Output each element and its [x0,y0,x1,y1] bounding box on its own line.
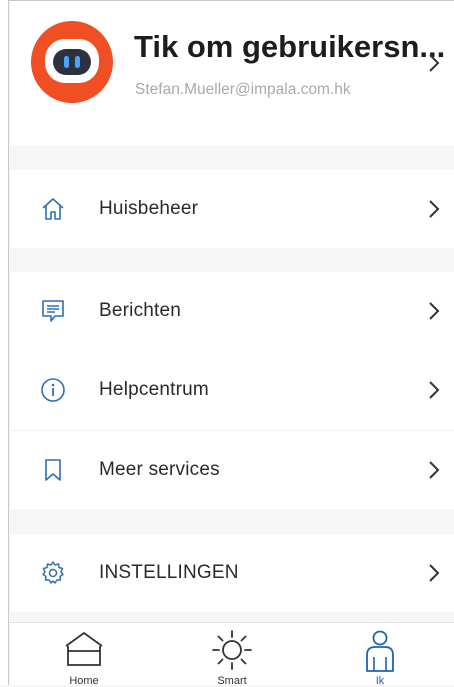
bookmark-icon [45,459,61,481]
tab-me[interactable]: Ik [306,623,454,687]
profile-header[interactable]: Tik om gebruikersn... Stefan.Mueller@imp… [10,1,454,146]
avatar[interactable] [31,21,113,103]
house-icon [42,198,64,220]
menu-item-home-management[interactable]: Huisbeheer [10,170,454,248]
menu-label-messages: Berichten [99,300,182,321]
robot-visor [53,49,91,75]
tab-label-smart: Smart [217,675,247,687]
menu-item-help-center[interactable]: Helpcentrum [10,351,454,429]
robot-eye-left [64,56,69,68]
bottom-tab-bar: Home Smart Ik [10,622,454,687]
chevron-right-icon [429,54,440,72]
menu-label-help-center: Helpcentrum [99,379,209,400]
chevron-right-icon [429,564,440,582]
card-home-management: Huisbeheer [10,170,454,248]
menu-item-messages[interactable]: Berichten [10,272,454,350]
menu-item-more-services[interactable]: Meer services [10,431,454,509]
home-tab-icon [65,632,103,666]
robot-eye-right [75,56,80,68]
tab-home[interactable]: Home [10,623,158,687]
tab-label-me: Ik [375,675,385,687]
person-icon [366,630,394,672]
tab-smart[interactable]: Smart [158,623,306,687]
chevron-right-icon [429,461,440,479]
menu-label-more-services: Meer services [99,459,220,480]
sun-icon [212,630,252,670]
menu-label-settings: INSTELLINGEN [99,562,239,583]
menu-label-home-management: Huisbeheer [99,198,199,219]
gear-icon [42,561,64,584]
chevron-right-icon [429,200,440,218]
profile-name[interactable]: Tik om gebruikersn... [134,29,445,65]
left-frame-edge [0,0,9,685]
message-icon [42,300,64,322]
card-services: Berichten Helpcentrum Meer services [10,272,454,509]
profile-email: Stefan.Mueller@impala.com.hk [135,81,351,98]
chevron-right-icon [429,302,440,320]
menu-item-settings[interactable]: INSTELLINGEN [10,534,454,612]
info-icon [41,378,65,402]
tab-label-home: Home [69,675,99,687]
chevron-right-icon [429,381,440,399]
card-settings: INSTELLINGEN [10,534,454,612]
